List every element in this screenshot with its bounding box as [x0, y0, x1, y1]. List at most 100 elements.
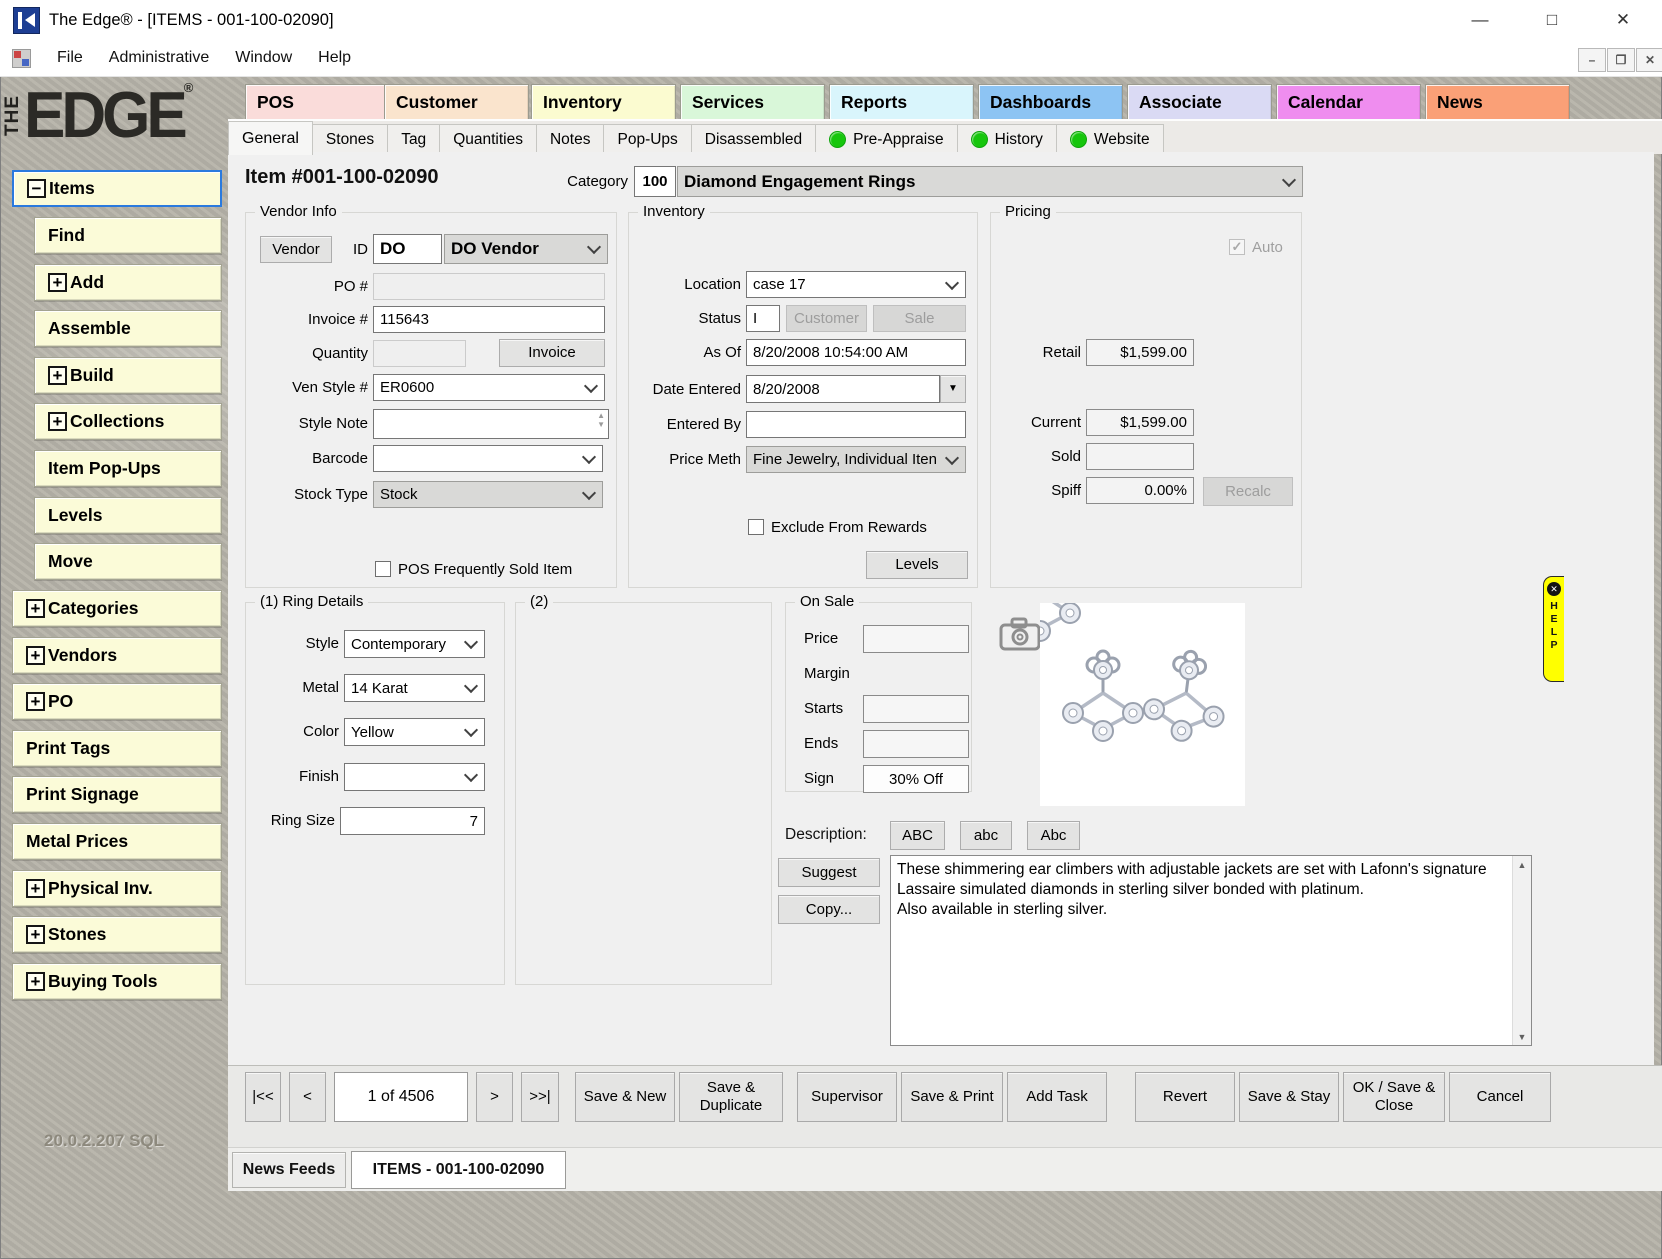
save-print-button[interactable]: Save & Print	[901, 1072, 1003, 1122]
record-first-button[interactable]: |<<	[245, 1072, 281, 1122]
sign-button[interactable]: 30% Off	[863, 765, 969, 793]
record-next-button[interactable]: >	[476, 1072, 513, 1122]
save-stay-button[interactable]: Save & Stay	[1239, 1072, 1339, 1122]
sale-starts-input[interactable]	[863, 695, 969, 723]
invoice-button[interactable]: Invoice	[499, 339, 605, 367]
sale-price-input[interactable]	[863, 625, 969, 653]
tab-dashboards[interactable]: Dashboards	[978, 84, 1123, 120]
record-last-button[interactable]: >>|	[521, 1072, 559, 1122]
add-task-button[interactable]: Add Task	[1007, 1072, 1107, 1122]
sidebar-item-item-popups[interactable]: Item Pop-Ups	[34, 450, 222, 487]
help-tab[interactable]: ✕ HELP	[1543, 576, 1564, 682]
cancel-button[interactable]: Cancel	[1449, 1072, 1551, 1122]
uppercase-button[interactable]: ABC	[890, 821, 945, 850]
expand-icon[interactable]: +	[26, 879, 45, 898]
sidebar-item-find[interactable]: Find	[34, 217, 222, 254]
tab-calendar[interactable]: Calendar	[1276, 84, 1421, 120]
expand-icon[interactable]: +	[48, 366, 67, 385]
color-combo[interactable]: Yellow	[344, 718, 485, 746]
item-photo[interactable]	[1040, 603, 1245, 806]
sidebar-item-po[interactable]: +PO	[12, 683, 222, 720]
sidebar-item-levels[interactable]: Levels	[34, 497, 222, 534]
save-duplicate-button[interactable]: Save & Duplicate	[679, 1072, 783, 1122]
menu-window[interactable]: Window	[235, 49, 292, 67]
metal-combo[interactable]: 14 Karat	[344, 674, 485, 702]
description-scrollbar[interactable]: ▲ ▼	[1512, 856, 1531, 1045]
current-price-input[interactable]: $1,599.00	[1086, 409, 1194, 436]
titlecase-button[interactable]: Abc	[1027, 821, 1080, 850]
description-textarea[interactable]: These shimmering ear climbers with adjus…	[890, 855, 1532, 1046]
save-new-button[interactable]: Save & New	[575, 1072, 675, 1122]
subtab-popups[interactable]: Pop-Ups	[604, 124, 691, 155]
subtab-disassembled[interactable]: Disassembled	[692, 124, 816, 155]
invoice-number-input[interactable]: 115643	[373, 306, 605, 333]
vendor-id-input[interactable]: DO	[373, 234, 442, 264]
menu-file[interactable]: File	[57, 49, 83, 67]
sidebar-item-print-signage[interactable]: Print Signage	[12, 776, 222, 813]
levels-button[interactable]: Levels	[866, 551, 968, 579]
mdi-restore-button[interactable]: ❐	[1607, 48, 1635, 72]
sidebar-item-categories[interactable]: +Categories	[12, 590, 222, 627]
sidebar-item-physical-inv[interactable]: +Physical Inv.	[12, 870, 222, 907]
subtab-tag[interactable]: Tag	[388, 124, 440, 155]
sidebar-item-metal-prices[interactable]: Metal Prices	[12, 823, 222, 860]
sidebar-item-items[interactable]: −Items	[12, 170, 222, 207]
retail-price-input[interactable]: $1,599.00	[1086, 339, 1194, 366]
date-picker-button[interactable]: ▼	[940, 375, 966, 403]
sidebar-item-vendors[interactable]: +Vendors	[12, 637, 222, 674]
sale-ends-input[interactable]	[863, 730, 969, 758]
status-input[interactable]: I	[746, 305, 780, 332]
subtab-website[interactable]: Website	[1057, 124, 1164, 155]
sidebar-item-collections[interactable]: +Collections	[34, 403, 222, 440]
close-button[interactable]: ✕	[1600, 0, 1646, 40]
maximize-button[interactable]: □	[1529, 0, 1575, 40]
subtab-quantities[interactable]: Quantities	[440, 124, 537, 155]
suggest-button[interactable]: Suggest	[778, 858, 880, 887]
tab-pos[interactable]: POS	[245, 84, 390, 120]
vendor-name-combo[interactable]: DO Vendor	[444, 234, 608, 264]
active-window-tab[interactable]: ITEMS - 001-100-02090	[351, 1151, 566, 1189]
subtab-pre-appraise[interactable]: Pre-Appraise	[816, 124, 957, 155]
ok-save-close-button[interactable]: OK / Save & Close	[1343, 1072, 1445, 1122]
expand-icon[interactable]: +	[26, 599, 45, 618]
sidebar-item-buying-tools[interactable]: +Buying Tools	[12, 963, 222, 1000]
pos-frequently-sold-checkbox[interactable]	[375, 561, 391, 577]
subtab-general[interactable]: General	[228, 121, 313, 155]
finish-combo[interactable]	[344, 763, 485, 791]
expand-icon[interactable]: +	[48, 273, 67, 292]
stock-type-combo[interactable]: Stock	[373, 481, 603, 508]
category-combo[interactable]: Diamond Engagement Rings	[677, 166, 1303, 197]
barcode-combo[interactable]	[373, 445, 603, 472]
sidebar-item-move[interactable]: Move	[34, 543, 222, 580]
menu-administrative[interactable]: Administrative	[109, 49, 209, 67]
tab-customer[interactable]: Customer	[384, 84, 529, 120]
expand-icon[interactable]: +	[26, 692, 45, 711]
tab-reports[interactable]: Reports	[829, 84, 974, 120]
tab-associate[interactable]: Associate	[1127, 84, 1272, 120]
ven-style-combo[interactable]: ER0600	[373, 374, 605, 401]
category-code-input[interactable]: 100	[634, 166, 676, 197]
expand-icon[interactable]: +	[26, 925, 45, 944]
lowercase-button[interactable]: abc	[960, 821, 1012, 850]
news-feeds-tab[interactable]: News Feeds	[232, 1152, 346, 1188]
style-note-input[interactable]: ▲▼	[373, 409, 609, 439]
spiff-input[interactable]: 0.00%	[1086, 477, 1194, 504]
sidebar-item-add[interactable]: +Add	[34, 264, 222, 301]
revert-button[interactable]: Revert	[1135, 1072, 1235, 1122]
subtab-history[interactable]: History	[958, 124, 1057, 155]
supervisor-button[interactable]: Supervisor	[797, 1072, 897, 1122]
subtab-stones[interactable]: Stones	[313, 124, 388, 155]
tab-services[interactable]: Services	[680, 84, 825, 120]
tab-news[interactable]: News	[1425, 84, 1570, 120]
ring-style-combo[interactable]: Contemporary	[344, 630, 485, 658]
spinner-icon[interactable]: ▲▼	[597, 412, 605, 429]
exclude-from-rewards-checkbox[interactable]	[748, 519, 764, 535]
help-close-icon[interactable]: ✕	[1547, 582, 1561, 596]
tab-inventory[interactable]: Inventory	[531, 84, 676, 120]
sidebar-item-stones[interactable]: +Stones	[12, 916, 222, 953]
sidebar-item-assemble[interactable]: Assemble	[34, 310, 222, 347]
camera-icon[interactable]	[998, 616, 1042, 652]
sidebar-item-print-tags[interactable]: Print Tags	[12, 730, 222, 767]
mdi-close-button[interactable]: ✕	[1636, 48, 1662, 72]
copy-button[interactable]: Copy...	[778, 895, 880, 924]
